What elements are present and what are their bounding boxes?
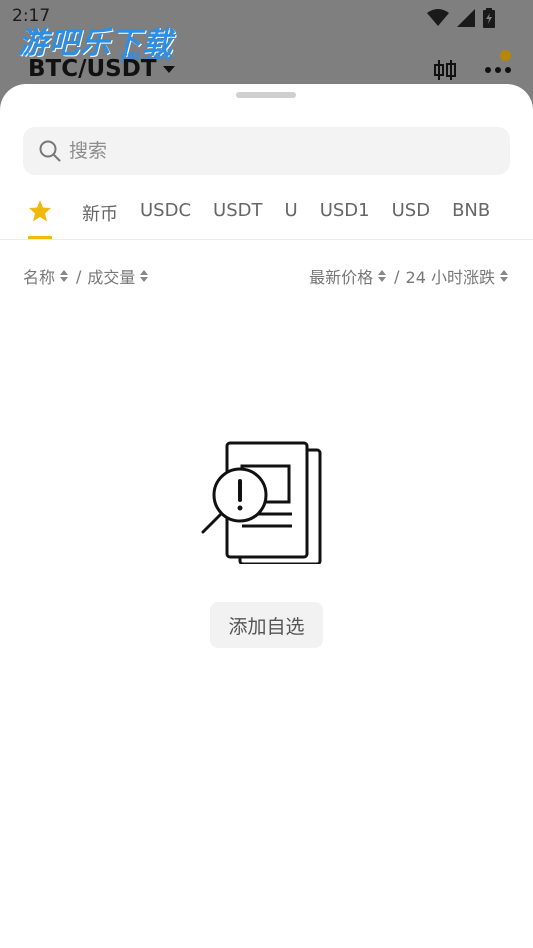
pair-picker-sheet: 新币 USDC USDT U USD1 USD BNB 名称 / 成交量 最新价… — [0, 84, 533, 948]
battery-icon — [483, 8, 495, 28]
pair-label: BTC/USDT — [28, 56, 157, 82]
sort-arrows-icon[interactable] — [60, 270, 69, 282]
sort-price[interactable]: 最新价格 — [309, 264, 373, 288]
active-tab-indicator — [28, 236, 52, 239]
sort-separator: / — [76, 266, 82, 286]
pair-selector[interactable]: BTC/USDT — [28, 56, 175, 82]
candlestick-chart-icon[interactable] — [433, 58, 457, 82]
notification-dot — [500, 50, 511, 61]
tab-usdc[interactable]: USDC — [140, 194, 191, 239]
sort-right: 最新价格 / 24 小时涨跌 — [309, 264, 510, 288]
tab-favorites[interactable] — [28, 194, 52, 239]
sort-arrows-icon[interactable] — [378, 270, 387, 282]
star-icon — [29, 200, 51, 222]
tab-new-coins[interactable]: 新币 — [82, 194, 118, 239]
sort-header: 名称 / 成交量 最新价格 / 24 小时涨跌 — [23, 264, 510, 288]
sort-left: 名称 / 成交量 — [23, 264, 150, 288]
tab-usdt[interactable]: USDT — [213, 194, 262, 239]
search-bar[interactable] — [23, 127, 510, 175]
sheet-drag-handle[interactable] — [236, 92, 296, 98]
tab-usd[interactable]: USD — [392, 194, 430, 239]
quote-tabs: 新币 USDC USDT U USD1 USD BNB — [0, 194, 533, 240]
sort-arrows-icon[interactable] — [500, 270, 508, 282]
add-favorites-button[interactable]: 添加自选 — [210, 602, 323, 648]
search-icon — [39, 140, 61, 162]
tab-usd1[interactable]: USD1 — [320, 194, 370, 239]
empty-document-search-icon — [201, 441, 322, 564]
sort-arrows-icon[interactable] — [140, 270, 149, 282]
sort-name[interactable]: 名称 — [23, 264, 55, 288]
tab-u[interactable]: U — [285, 194, 298, 239]
sort-volume[interactable]: 成交量 — [87, 264, 135, 288]
sort-change[interactable]: 24 小时涨跌 — [406, 264, 495, 288]
status-icons — [427, 8, 495, 28]
more-options-icon[interactable] — [485, 66, 511, 74]
search-input[interactable] — [69, 140, 469, 162]
caret-down-icon — [162, 65, 175, 73]
sort-separator: / — [394, 266, 400, 286]
header-actions — [433, 58, 511, 82]
tab-bnb[interactable]: BNB — [452, 194, 490, 239]
signal-icon — [457, 9, 475, 27]
wifi-icon — [427, 9, 449, 26]
